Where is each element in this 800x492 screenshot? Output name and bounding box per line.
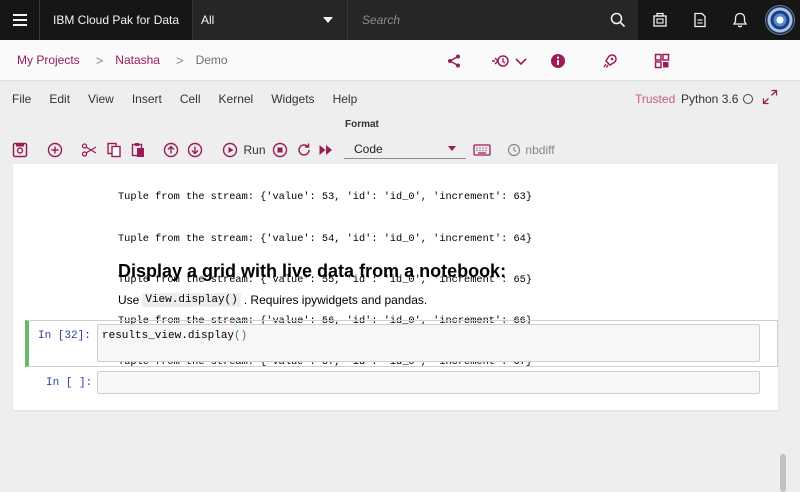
deploy-icon[interactable]: [596, 40, 624, 81]
paste-icon[interactable]: [129, 140, 147, 160]
menu-cell[interactable]: Cell: [180, 92, 201, 106]
search-input[interactable]: Search: [348, 0, 638, 40]
code-input[interactable]: results_view.display(): [97, 324, 760, 362]
document-icon[interactable]: [680, 0, 720, 40]
copy-icon[interactable]: [105, 140, 123, 160]
version-history-icon: [492, 54, 509, 67]
page-scrollbar[interactable]: [780, 164, 800, 492]
cell-type-select[interactable]: Code: [344, 139, 466, 159]
notebook-toolbar: Run Code nbdiff: [0, 136, 800, 164]
stop-icon[interactable]: [271, 140, 289, 160]
restart-icon[interactable]: [295, 140, 313, 160]
output-line: Tuple from the stream: {'value': 53, 'id…: [118, 191, 533, 204]
search-placeholder: Search: [362, 13, 401, 27]
nbdiff-label: nbdiff: [525, 143, 555, 157]
code-text: results_view.display: [102, 330, 235, 342]
share-icon[interactable]: [440, 40, 468, 81]
cell-prompt: In [32]:: [38, 330, 91, 342]
kernel-status-icon: [743, 94, 753, 104]
breadcrumb-separator: >: [175, 52, 184, 68]
save-icon[interactable]: [11, 140, 29, 160]
menu-edit[interactable]: Edit: [49, 92, 70, 106]
code-line: results_view.display(): [102, 330, 247, 342]
keyboard-icon[interactable]: [472, 140, 492, 160]
version-history-button[interactable]: [486, 40, 532, 81]
chevron-down-icon: [323, 17, 333, 23]
nbdiff-button[interactable]: nbdiff: [506, 140, 556, 160]
cell-prompt: In [ ]:: [46, 377, 93, 389]
restart-run-all-icon[interactable]: [317, 140, 335, 160]
menu-widgets[interactable]: Widgets: [271, 92, 314, 106]
notebook-container: Tuple from the stream: {'value': 53, 'id…: [13, 164, 778, 410]
inline-code: View.display(): [142, 293, 241, 307]
notification-icon[interactable]: [720, 0, 760, 40]
markdown-text: Use: [118, 293, 140, 307]
trusted-indicator[interactable]: Trusted: [635, 92, 675, 106]
expand-icon[interactable]: [762, 89, 778, 105]
cell-type-value: Code: [354, 141, 383, 156]
move-up-icon[interactable]: [162, 140, 180, 160]
menu-view[interactable]: View: [88, 92, 114, 106]
code-paren: (): [234, 330, 248, 342]
breadcrumb-natasha[interactable]: Natasha: [115, 53, 160, 67]
menu-help[interactable]: Help: [333, 92, 358, 106]
user-avatar[interactable]: [760, 0, 800, 40]
scrollbar-thumb[interactable]: [780, 454, 786, 492]
format-label: Format: [345, 119, 379, 130]
avatar: [765, 5, 795, 35]
menu-file[interactable]: File: [12, 92, 31, 106]
menu-icon[interactable]: [0, 0, 40, 40]
add-cell-icon[interactable]: [46, 140, 64, 160]
run-button[interactable]: Run: [221, 140, 267, 160]
catalog-icon[interactable]: [640, 0, 680, 40]
markdown-paragraph: Use View.display() . Requires ipywidgets…: [118, 293, 427, 307]
output-line: Tuple from the stream: {'value': 54, 'id…: [118, 232, 533, 245]
run-label: Run: [243, 143, 266, 157]
search-icon[interactable]: [610, 12, 626, 28]
assets-icon[interactable]: [648, 40, 676, 81]
move-down-icon[interactable]: [186, 140, 204, 160]
menu-insert[interactable]: Insert: [132, 92, 162, 106]
markdown-heading: Display a grid with live data from a not…: [118, 261, 507, 281]
breadcrumb-separator: >: [95, 52, 104, 68]
search-scope-dropdown[interactable]: All: [192, 0, 348, 40]
empty-code-input[interactable]: [97, 371, 760, 394]
play-icon: [223, 142, 238, 158]
markdown-text: . Requires ipywidgets and pandas.: [243, 293, 428, 307]
product-name[interactable]: IBM Cloud Pak for Data: [40, 0, 192, 40]
chevron-down-icon: [515, 57, 527, 65]
top-navigation-bar: IBM Cloud Pak for Data All Search: [0, 0, 800, 40]
chevron-down-icon: [448, 146, 456, 151]
project-header: My Projects > Natasha > Demo: [0, 40, 800, 81]
breadcrumb-my-projects[interactable]: My Projects: [17, 53, 80, 67]
search-scope-value: All: [201, 13, 215, 27]
notebook-menu-bar: File Edit View Insert Cell Kernel Widget…: [0, 81, 800, 117]
info-icon[interactable]: [544, 40, 572, 81]
kernel-name[interactable]: Python 3.6: [681, 92, 738, 106]
cut-icon[interactable]: [80, 140, 98, 160]
history-icon: [508, 143, 521, 157]
breadcrumb: My Projects > Natasha > Demo: [0, 53, 228, 68]
breadcrumb-current: Demo: [195, 53, 228, 67]
menu-kernel[interactable]: Kernel: [219, 92, 254, 106]
